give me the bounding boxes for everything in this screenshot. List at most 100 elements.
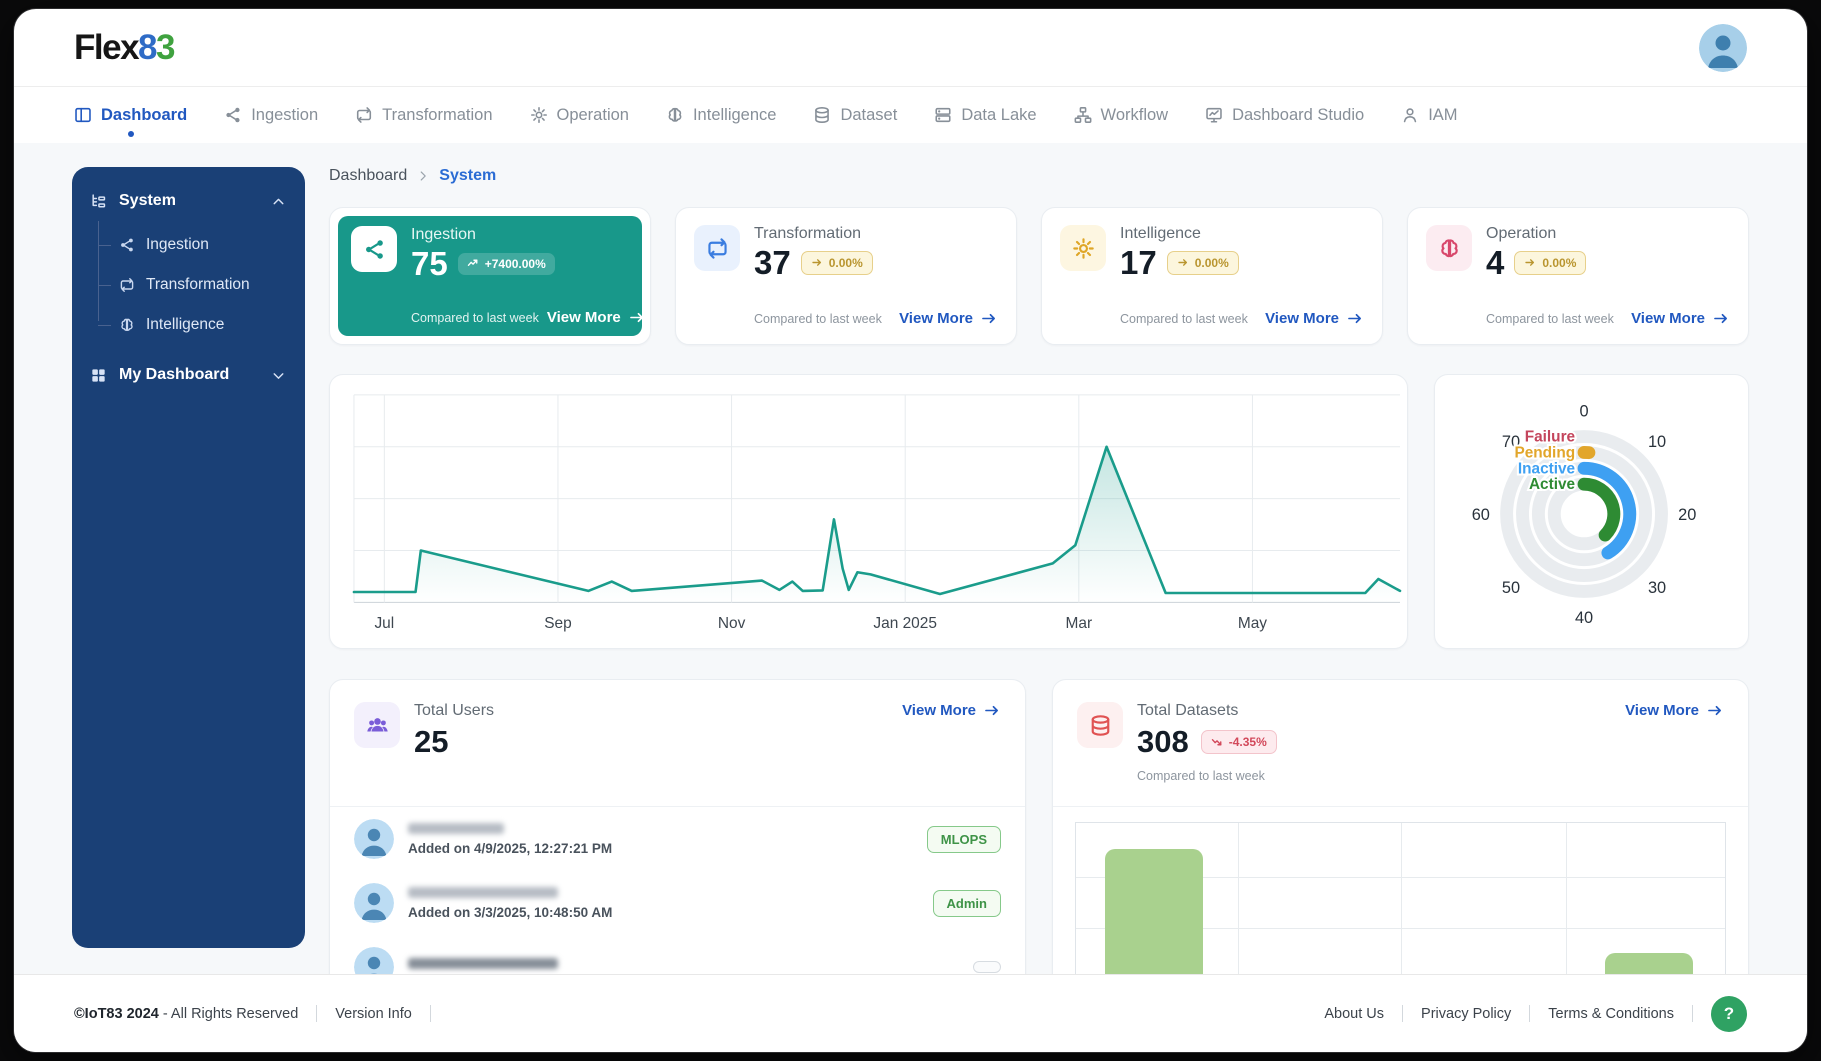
logo-part-3: 3 [156,27,175,67]
view-more-link[interactable]: View More [899,310,998,327]
sidebar-item-transformation[interactable]: Transformation [72,265,305,305]
view-more-link[interactable]: View More [1625,702,1724,719]
nav-label: Data Lake [961,105,1037,124]
stat-title: Operation [1486,225,1557,242]
stat-title: Ingestion [411,226,476,243]
view-more-link[interactable]: View More [1265,310,1364,327]
terms-link[interactable]: Terms & Conditions [1548,1006,1674,1022]
share-icon [121,238,133,252]
arrow-right-icon [1714,313,1727,324]
total-datasets-value: 308 [1137,724,1189,759]
compare-label: Compared to last week [1486,311,1614,326]
sidebar-group-my-dashboard[interactable]: My Dashboard [72,351,305,399]
users-icon [366,717,388,732]
nav-item-workflow[interactable]: Workflow [1074,106,1168,125]
nav-item-data-lake[interactable]: Data Lake [934,105,1037,125]
about-us-link[interactable]: About Us [1324,1006,1384,1022]
user-avatar[interactable] [1699,23,1747,72]
compare-label: Compared to last week [411,310,539,325]
svg-text:Jan 2025: Jan 2025 [873,615,937,632]
chevron-down-icon[interactable] [270,367,287,384]
stat-card-ingestion[interactable]: Ingestion 75 +7400.00% Compared to last … [329,207,651,345]
divider [1402,1005,1404,1022]
avatar [354,883,394,923]
svg-text:May: May [1238,615,1267,632]
gridline [1400,823,1402,974]
role-badge [973,961,1001,973]
sidebar-item-intelligence[interactable]: Intelligence [72,305,305,345]
blurred-user-name [408,958,558,969]
divider [316,1005,318,1022]
help-button[interactable]: ? [1711,995,1747,1032]
nav-item-dataset[interactable]: Dataset [813,106,897,125]
sidebar-item-ingestion[interactable]: Ingestion [72,225,305,265]
card-title: Total Datasets [1137,702,1239,719]
svg-text:Active: Active [1529,476,1576,493]
user-list-item: Added on 3/3/2025, 10:48:50 AM Admin [330,871,1025,935]
nav-item-iam[interactable]: IAM [1401,106,1458,125]
sitemap-icon [1074,107,1091,123]
person-icon [1699,23,1747,72]
view-more-link[interactable]: View More [1631,310,1730,327]
nav-label: Intelligence [692,105,777,124]
arrow-right-icon [982,313,995,324]
brain-icon [121,318,133,331]
chevron-right-icon [420,171,427,181]
line-chart: Jul Sep Nov Jan 2025 Mar May [352,394,1402,632]
stat-card-operation[interactable]: Operation 4 0.00% Compared to last week [1407,207,1749,345]
bar [1105,849,1203,974]
stat-card-intelligence[interactable]: Intelligence 17 0.00% Compared to last w… [1041,207,1383,345]
sidebar-group-system[interactable]: System [72,177,305,225]
database-icon [1091,714,1109,736]
nav-item-intelligence[interactable]: Intelligence [666,106,776,125]
arrow-right-icon [1348,313,1361,324]
breadcrumb-dashboard[interactable]: Dashboard [329,167,407,185]
flex83-logo: Flex83 [74,27,175,68]
svg-text:Failure: Failure [1525,429,1576,446]
nav-item-operation[interactable]: Operation [530,106,629,125]
sidebar-item-label: Intelligence [146,316,225,333]
nav-item-dashboard-studio[interactable]: Dashboard Studio [1205,106,1364,125]
avatar [354,947,394,974]
ingestion-trend-chart: Jul Sep Nov Jan 2025 Mar May [329,374,1408,649]
view-more-link[interactable]: View More [547,309,646,326]
privacy-policy-link[interactable]: Privacy Policy [1421,1006,1511,1022]
svg-text:Pending: Pending [1514,444,1575,461]
transform-icon [707,237,727,259]
nav-item-transformation[interactable]: Transformation [355,106,493,125]
device-status-radial-chart: 0 10 20 30 40 50 60 70 Failure Pending Inactive Act… [1434,374,1749,649]
stat-card-row: Ingestion 75 +7400.00% Compared to last … [329,207,1749,345]
svg-text:30: 30 [1648,579,1666,597]
content-area: System Ingestion Transformation Intellig… [14,143,1807,974]
share-icon [226,107,240,123]
trend-badge: -4.35% [1200,729,1277,754]
arrow-right-icon [985,705,998,716]
svg-text:50: 50 [1502,579,1520,597]
compare-label: Compared to last week [754,311,882,326]
chevron-up-icon[interactable] [270,193,287,210]
nav-item-dashboard[interactable]: Dashboard [74,106,187,137]
bar [1604,953,1693,974]
svg-text:Jul: Jul [374,615,394,632]
charts-row: Jul Sep Nov Jan 2025 Mar May 0 10 20 30 40 50 60 70 F… [329,374,1749,649]
breadcrumb-system[interactable]: System [439,167,496,185]
gridline [1565,823,1567,974]
nav-label: Ingestion [251,105,319,124]
view-more-link[interactable]: View More [902,702,1001,719]
svg-text:Inactive: Inactive [1518,460,1576,477]
datasets-bar-chart [1075,822,1726,974]
monitor-chart-icon [1206,107,1222,123]
brain-icon-box [1426,225,1472,271]
blurred-user-name [408,822,504,834]
logo-part-8: 8 [138,27,157,67]
nav-label: Dataset [840,105,898,124]
total-datasets-card: Total Datasets 308 -4.35% Compared to la… [1052,679,1749,974]
trend-down-icon [1211,739,1222,746]
nav-item-ingestion[interactable]: Ingestion [224,106,318,125]
version-info-link[interactable]: Version Info [335,1006,412,1022]
arrow-right-icon [812,259,821,266]
svg-text:0: 0 [1579,403,1588,421]
trend-up-icon [467,259,478,266]
stat-card-transformation[interactable]: Transformation 37 0.00% Compared to last… [675,207,1017,345]
footer: ©IoT83 2024 - All Rights Reserved Versio… [14,974,1807,1052]
